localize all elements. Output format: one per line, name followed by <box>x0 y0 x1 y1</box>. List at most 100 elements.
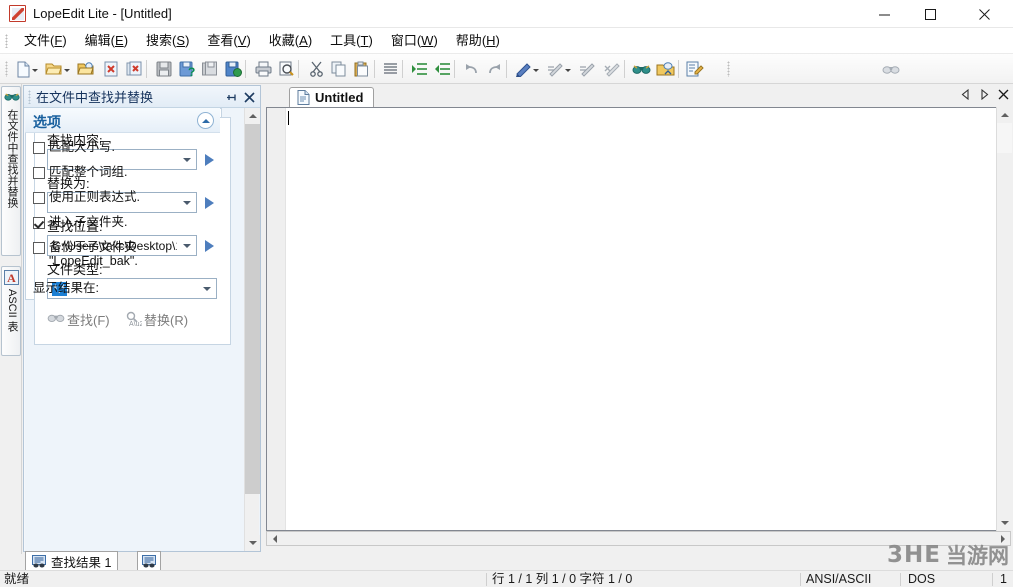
menu-item-tools[interactable]: 工具(T) <box>321 28 382 54</box>
indent-icon[interactable] <box>408 58 430 80</box>
copy-icon[interactable] <box>328 58 350 80</box>
replace-in-files-icon[interactable] <box>654 58 676 80</box>
save-icon[interactable] <box>153 58 175 80</box>
editor-horizontal-scrollbar[interactable] <box>266 531 1011 546</box>
status-encoding: ANSI/ASCII <box>806 572 872 586</box>
format-lines-icon[interactable] <box>379 58 401 80</box>
checkbox-include-subfolders[interactable]: 进入子文件夹. <box>33 215 127 233</box>
output-tab-find-results-1[interactable]: 查找结果 1 <box>25 551 119 571</box>
checkbox-box[interactable] <box>33 142 45 154</box>
find-location-dropdown[interactable] <box>179 237 195 254</box>
find-results-icon <box>141 554 157 568</box>
checkbox-box[interactable] <box>33 242 45 254</box>
find-what-go-button[interactable] <box>202 151 217 168</box>
chevron-up-icon[interactable] <box>197 112 214 129</box>
bookmark-prev-icon[interactable] <box>576 58 598 80</box>
file-type-dropdown[interactable] <box>199 280 215 297</box>
tab-navigation <box>960 88 1009 101</box>
editor-vertical-scrollbar[interactable] <box>996 107 1012 531</box>
find-location-browse-button[interactable] <box>202 237 217 254</box>
output-tab-label: 查找结果 1 <box>51 555 112 570</box>
bookmark-next-icon[interactable] <box>544 58 566 80</box>
bookmark-dropdown[interactable] <box>532 66 540 74</box>
output-tab-extra[interactable] <box>137 551 161 571</box>
close-button[interactable] <box>961 0 1007 28</box>
toolbar-drag-grip-2[interactable] <box>727 61 730 77</box>
replace-button[interactable]: A\u21d4B 替换(R) <box>124 309 188 329</box>
checkbox-use-regex[interactable]: 使用正则表达式. <box>33 190 140 208</box>
find-what-dropdown[interactable] <box>179 151 195 168</box>
triangle-left-icon[interactable] <box>960 88 971 101</box>
sidebar-tab-find-replace-in-files[interactable]: 在文件中查找并替换 <box>1 86 21 256</box>
toolbar-drag-grip[interactable] <box>5 61 8 77</box>
print-preview-icon[interactable] <box>275 58 297 80</box>
save-copy-icon[interactable] <box>199 58 221 80</box>
menu-label: 文件 <box>24 33 51 48</box>
toolbar-separator <box>146 60 147 78</box>
save-as-icon[interactable]: ? <box>176 58 198 80</box>
scroll-up-icon[interactable] <box>245 108 260 124</box>
open-folder-icon[interactable] <box>75 58 97 80</box>
cut-icon[interactable] <box>305 58 327 80</box>
document-tab-untitled[interactable]: Untitled <box>289 87 375 107</box>
new-file-dropdown[interactable] <box>31 66 39 74</box>
checkbox-backup-in-subfolder[interactable]: 备份于子文件夹 "LopeEdit_bak". <box>33 240 138 268</box>
scrollbar-thumb[interactable] <box>997 123 1012 153</box>
checkbox-box[interactable] <box>33 167 45 179</box>
edit-properties-icon[interactable] <box>684 58 706 80</box>
close-file-icon[interactable] <box>100 58 122 80</box>
menu-label: 编辑 <box>84 33 111 48</box>
checkbox-box[interactable] <box>33 192 45 204</box>
menu-item-edit[interactable]: 编辑(E) <box>76 28 137 54</box>
menu-item-search[interactable]: 搜索(S) <box>137 28 198 54</box>
pin-icon[interactable] <box>224 90 238 104</box>
checkbox-box[interactable] <box>33 217 45 229</box>
menu-drag-grip[interactable] <box>5 34 8 48</box>
close-icon[interactable] <box>242 90 256 104</box>
menu-item-help[interactable]: 帮助(H) <box>447 28 509 54</box>
scroll-left-icon[interactable] <box>267 532 282 545</box>
triangle-right-icon[interactable] <box>979 88 990 101</box>
menu-item-favorites[interactable]: 收藏(A) <box>260 28 321 54</box>
replace-with-dropdown[interactable] <box>179 194 195 211</box>
pencil-icon <box>9 5 26 22</box>
scrollbar-thumb[interactable] <box>245 124 260 494</box>
close-document-icon[interactable] <box>998 88 1009 101</box>
find-button[interactable]: 查找(F) <box>47 309 110 329</box>
panel-drag-grip[interactable] <box>28 90 31 104</box>
outdent-icon[interactable] <box>431 58 453 80</box>
scroll-down-icon[interactable] <box>245 535 260 551</box>
menu-item-file[interactable]: 文件(F) <box>15 28 76 54</box>
panel-scrollbar[interactable] <box>244 108 260 551</box>
redo-icon[interactable] <box>483 58 505 80</box>
scroll-down-icon[interactable] <box>997 515 1012 531</box>
binoculars-icon <box>47 311 65 327</box>
minimize-button[interactable] <box>861 0 907 28</box>
open-file-dropdown[interactable] <box>63 66 71 74</box>
save-all-icon[interactable] <box>222 58 244 80</box>
paste-icon[interactable] <box>351 58 373 80</box>
menu-item-window[interactable]: 窗口(W) <box>382 28 447 54</box>
scroll-right-icon[interactable] <box>995 532 1010 545</box>
replace-button-label: 替换(R) <box>144 312 189 328</box>
maximize-button[interactable] <box>907 0 953 28</box>
undo-icon[interactable] <box>460 58 482 80</box>
text-caret <box>288 111 289 125</box>
find-in-files-icon[interactable] <box>630 58 652 80</box>
bookmark-dropdown2[interactable] <box>564 66 572 74</box>
sidebar-tab-ascii-table[interactable]: A ASCII 表 <box>1 266 21 356</box>
menu-item-view[interactable]: 查看(V) <box>198 28 259 54</box>
scroll-up-icon[interactable] <box>997 107 1012 123</box>
bookmark-icon[interactable] <box>512 58 534 80</box>
text-editor[interactable] <box>266 107 1012 531</box>
checkbox-match-whole-word[interactable]: 匹配整个词组. <box>33 165 127 183</box>
menu-accel: F <box>54 33 63 48</box>
checkbox-match-case[interactable]: 匹配大小写. <box>33 140 115 158</box>
document-tab-strip: Untitled <box>264 85 1013 107</box>
print-icon[interactable] <box>252 58 274 80</box>
close-all-icon[interactable] <box>123 58 145 80</box>
bookmark-clear-icon[interactable] <box>601 58 623 80</box>
open-file-icon[interactable] <box>43 58 65 80</box>
toolbar-find-icon[interactable] <box>880 58 902 80</box>
replace-with-go-button[interactable] <box>202 194 217 211</box>
